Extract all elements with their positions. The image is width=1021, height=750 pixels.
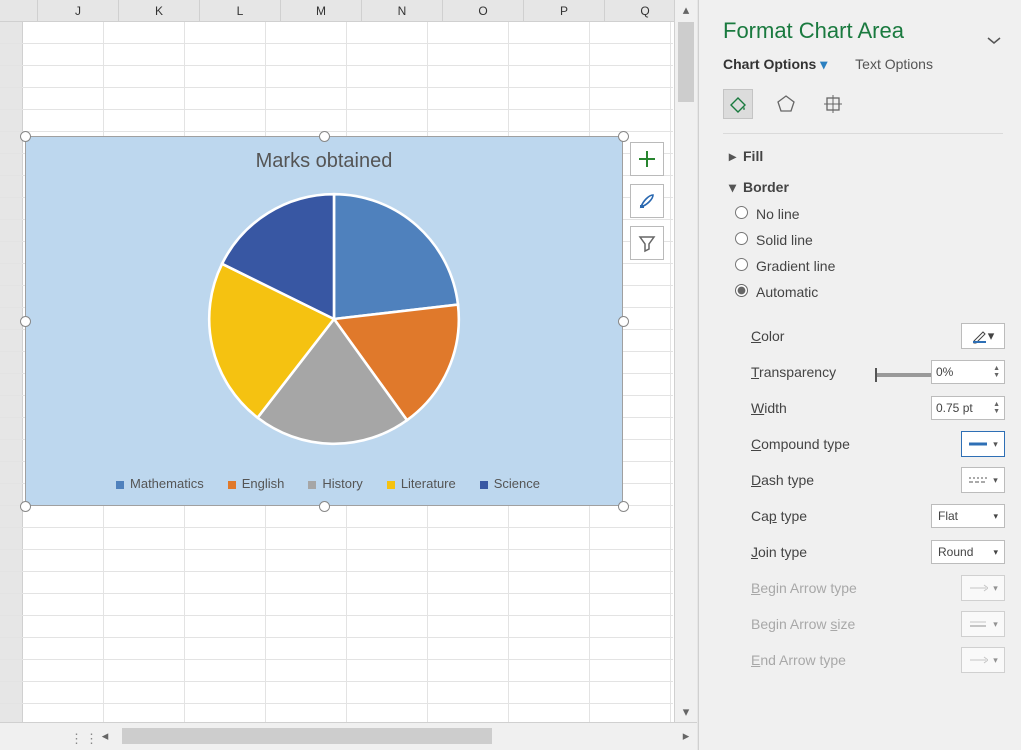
size-category[interactable] [818, 89, 848, 119]
col-header[interactable]: P [524, 0, 605, 21]
legend-item[interactable]: Literature [379, 476, 456, 491]
expand-down-icon: ▾ [729, 179, 743, 196]
fill-line-category[interactable] [723, 89, 753, 119]
width-input[interactable]: 0.75 pt▲▼ [931, 396, 1005, 420]
resize-handle[interactable] [618, 501, 629, 512]
dash-type-button[interactable]: ▾ [961, 467, 1005, 493]
legend-item[interactable]: Mathematics [108, 476, 204, 491]
prop-dash: Dash type ▾ [751, 462, 1021, 498]
tab-chart-options[interactable]: Chart Options ▾ [723, 56, 827, 73]
chart-title[interactable]: Marks obtained [26, 150, 622, 173]
column-headers: J K L M N O P Q [0, 0, 697, 22]
pencil-icon [972, 328, 988, 344]
scroll-right-button[interactable]: ▸ [677, 727, 695, 745]
chart-object[interactable]: Marks obtained Mathematics English History… [25, 136, 623, 506]
prop-width: Width 0.75 pt▲▼ [751, 390, 1021, 426]
scroll-left-button[interactable]: ◂ [96, 727, 114, 745]
section-fill[interactable]: ▸Fill [729, 148, 1021, 165]
radio-gradient-line[interactable]: Gradient line [735, 258, 1021, 274]
legend-item[interactable]: History [300, 476, 362, 491]
begin-arrow-size-button: ▾ [961, 611, 1005, 637]
col-header[interactable]: N [362, 0, 443, 21]
color-picker-button[interactable]: ▾ [961, 323, 1005, 349]
panel-category-icons [723, 89, 1021, 121]
paint-bucket-icon [727, 93, 749, 115]
resize-handle[interactable] [618, 131, 629, 142]
prop-transparency: Transparency 0%▲▼ [751, 354, 1021, 390]
col-header-spacer [0, 0, 38, 21]
tab-text-options[interactable]: Text Options [855, 56, 933, 72]
chart-styles-button[interactable] [630, 184, 664, 218]
scroll-thumb[interactable] [678, 22, 694, 102]
compound-type-button[interactable]: ▾ [961, 431, 1005, 457]
resize-handle[interactable] [319, 501, 330, 512]
chart-legend[interactable]: Mathematics English History Literature Scien… [26, 476, 622, 491]
chart-filter-button[interactable] [630, 226, 664, 260]
col-header[interactable]: L [200, 0, 281, 21]
legend-item[interactable]: Science [472, 476, 540, 491]
prop-end-arrow-type: End Arrow type ▾ [751, 642, 1021, 678]
prop-begin-arrow-size: Begin Arrow size ▾ [751, 606, 1021, 642]
resize-handle[interactable] [20, 131, 31, 142]
prop-color: Color ▾ [751, 318, 1021, 354]
scroll-thumb[interactable] [122, 728, 492, 744]
brush-icon [637, 191, 657, 211]
prop-begin-arrow-type: Begin Arrow type ▾ [751, 570, 1021, 606]
chevron-down-icon: ▾ [820, 56, 827, 72]
border-properties: Color ▾ Transparency 0%▲▼ Width 0.75 pt▲… [751, 318, 1021, 678]
arrow-type-icon [968, 655, 988, 665]
begin-arrow-type-button: ▾ [961, 575, 1005, 601]
compound-line-icon [968, 439, 988, 449]
legend-item[interactable]: English [220, 476, 285, 491]
radio-no-line[interactable]: No line [735, 206, 1021, 222]
plus-icon [637, 149, 657, 169]
col-header[interactable]: J [38, 0, 119, 21]
prop-compound: Compound type ▾ [751, 426, 1021, 462]
prop-join: Join type Round▾ [751, 534, 1021, 570]
join-type-select[interactable]: Round▾ [931, 540, 1005, 564]
size-icon [822, 93, 844, 115]
dash-line-icon [968, 475, 988, 485]
resize-handle[interactable] [618, 316, 629, 327]
section-border[interactable]: ▾Border [729, 179, 1021, 196]
format-chart-panel: Format Chart Area Chart Options ▾ Text O… [698, 0, 1021, 750]
radio-automatic[interactable]: Automatic [735, 284, 1021, 300]
chart-action-buttons [630, 142, 666, 268]
transparency-slider[interactable] [875, 373, 931, 377]
resize-handle[interactable] [20, 316, 31, 327]
panel-title: Format Chart Area [723, 18, 1021, 44]
spreadsheet-area: J K L M N O P Q Marks obtained Mathemati… [0, 0, 697, 750]
panel-menu-button[interactable] [987, 34, 1001, 49]
pentagon-icon [775, 93, 797, 115]
arrow-size-icon [968, 619, 988, 629]
panel-tabs: Chart Options ▾ Text Options [723, 56, 1021, 73]
transparency-input[interactable]: 0%▲▼ [931, 360, 1005, 384]
chevron-down-icon [987, 36, 1001, 46]
vertical-scrollbar[interactable]: ▴ ▾ [674, 0, 697, 722]
expand-right-icon: ▸ [729, 148, 743, 165]
col-header[interactable]: M [281, 0, 362, 21]
radio-solid-line[interactable]: Solid line [735, 232, 1021, 248]
end-arrow-type-button: ▾ [961, 647, 1005, 673]
funnel-icon [637, 233, 657, 253]
scroll-up-button[interactable]: ▴ [675, 0, 697, 20]
horizontal-scrollbar[interactable]: ⋮⋮ ◂ ▸ [0, 722, 697, 750]
col-header[interactable]: O [443, 0, 524, 21]
resize-handle[interactable] [20, 501, 31, 512]
arrow-type-icon [968, 583, 988, 593]
chart-add-button[interactable] [630, 142, 664, 176]
scroll-track[interactable] [120, 728, 675, 744]
effects-category[interactable] [771, 89, 801, 119]
col-header[interactable]: K [119, 0, 200, 21]
pie-chart[interactable] [204, 189, 464, 449]
scroll-down-button[interactable]: ▾ [675, 702, 697, 722]
border-radio-group: No line Solid line Gradient line Automat… [735, 206, 1021, 300]
prop-cap: Cap type Flat▾ [751, 498, 1021, 534]
cap-type-select[interactable]: Flat▾ [931, 504, 1005, 528]
resize-handle[interactable] [319, 131, 330, 142]
